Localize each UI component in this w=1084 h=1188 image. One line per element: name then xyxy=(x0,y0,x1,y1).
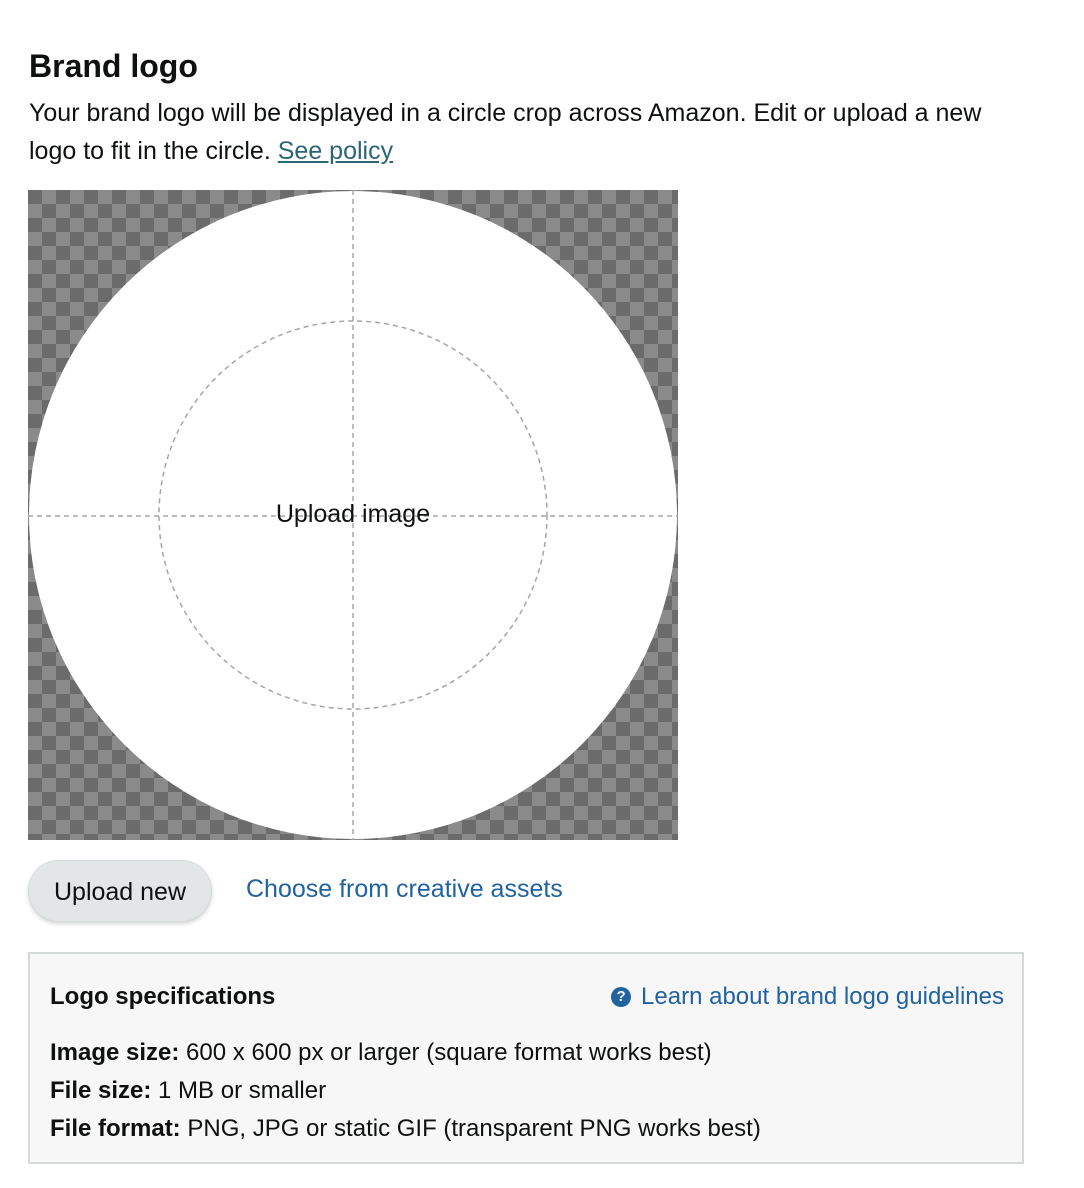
spec-list: Image size: 600 x 600 px or larger (squa… xyxy=(50,1034,761,1148)
spec-item-file-size: File size: 1 MB or smaller xyxy=(50,1072,761,1110)
spec-key: File size: xyxy=(50,1077,152,1104)
section-description: Your brand logo will be displayed in a c… xyxy=(29,94,1019,170)
spec-value: 600 x 600 px or larger (square format wo… xyxy=(179,1039,712,1066)
help-icon: ? xyxy=(611,987,632,1007)
spec-value: PNG, JPG or static GIF (transparent PNG … xyxy=(180,1115,761,1142)
spec-key: Image size: xyxy=(50,1039,180,1066)
logo-upload-area[interactable]: Upload image xyxy=(28,190,678,840)
upload-new-button[interactable]: Upload new xyxy=(28,860,212,922)
spec-item-file-format: File format: PNG, JPG or static GIF (tra… xyxy=(50,1110,761,1148)
upload-image-label[interactable]: Upload image xyxy=(28,496,678,532)
logo-specifications-panel: Logo specifications ? Learn about brand … xyxy=(28,952,1024,1164)
spec-title: Logo specifications xyxy=(50,983,276,1010)
guidelines-link-label: Learn about brand logo guidelines xyxy=(641,983,1004,1010)
spec-value: 1 MB or smaller xyxy=(151,1077,327,1104)
section-title: Brand logo xyxy=(29,48,198,84)
spec-item-image-size: Image size: 600 x 600 px or larger (squa… xyxy=(50,1034,761,1072)
see-policy-link[interactable]: See policy xyxy=(278,137,393,165)
choose-from-creative-assets-link[interactable]: Choose from creative assets xyxy=(246,872,563,906)
brand-logo-guidelines-link[interactable]: ? Learn about brand logo guidelines xyxy=(611,980,1004,1014)
spec-key: File format: xyxy=(50,1115,181,1142)
description-text: Your brand logo will be displayed in a c… xyxy=(29,99,982,165)
